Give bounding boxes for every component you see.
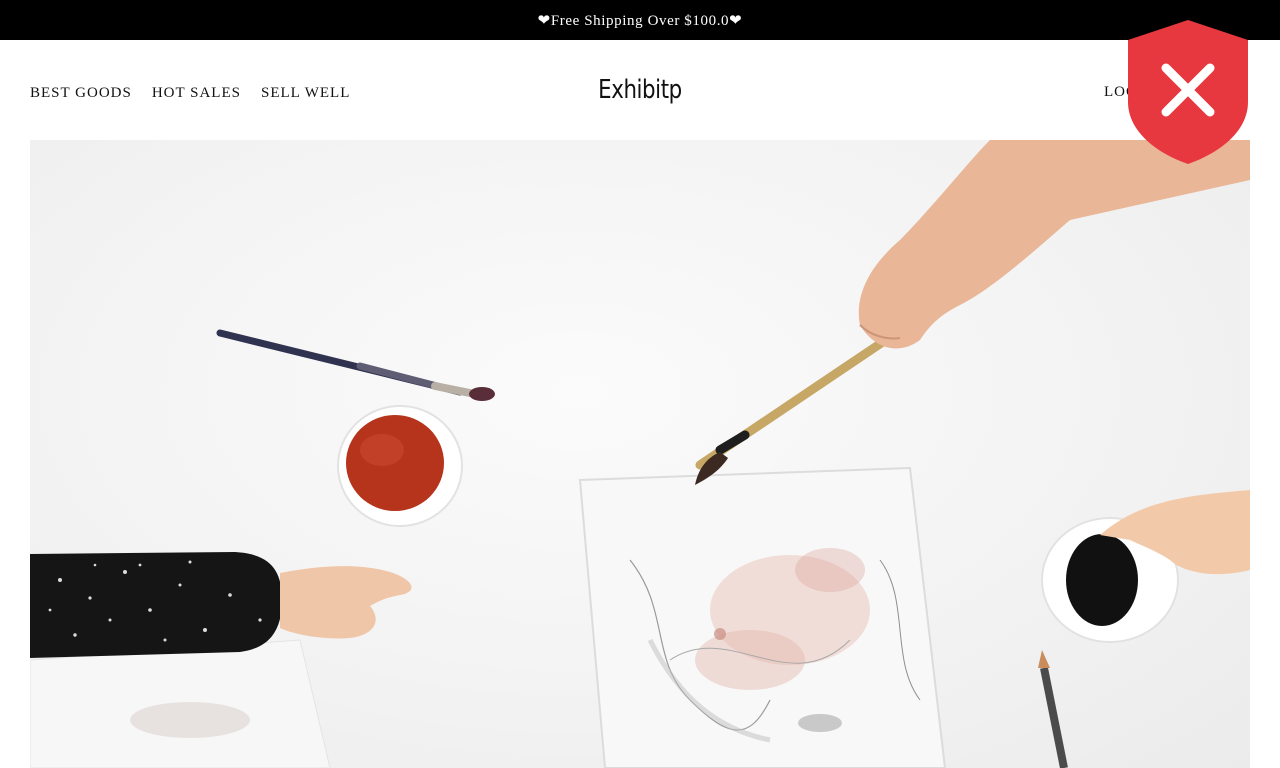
nav-link-hot-sales[interactable]: HOT SALES [152, 79, 241, 102]
nav-link-best-goods[interactable]: BEST GOODS [30, 79, 132, 102]
paper-sheet [578, 466, 947, 768]
paint-brush-left [216, 329, 495, 401]
child-arm-sleeve [30, 552, 412, 658]
pencil [1038, 650, 1068, 768]
paper-sheet-left [30, 639, 331, 768]
hero-artwork-image [30, 140, 1250, 768]
site-header: BEST GOODS HOT SALES SELL WELL Exhibitp … [0, 40, 1280, 140]
red-paint-cup [337, 405, 463, 527]
main-nav: BEST GOODS HOT SALES SELL WELL [30, 40, 350, 140]
black-paint-cup [1041, 490, 1250, 643]
brand-logo[interactable]: Exhibitp [598, 75, 682, 105]
hero-banner[interactable] [30, 140, 1250, 768]
nav-link-sell-well[interactable]: SELL WELL [261, 79, 350, 102]
hand-with-bamboo-brush [695, 140, 1250, 485]
announcement-bar: ❤Free Shipping Over $100.0❤ [0, 0, 1280, 40]
security-shield-x-icon[interactable] [1126, 18, 1250, 166]
announcement-text: ❤Free Shipping Over $100.0❤ [537, 12, 743, 29]
